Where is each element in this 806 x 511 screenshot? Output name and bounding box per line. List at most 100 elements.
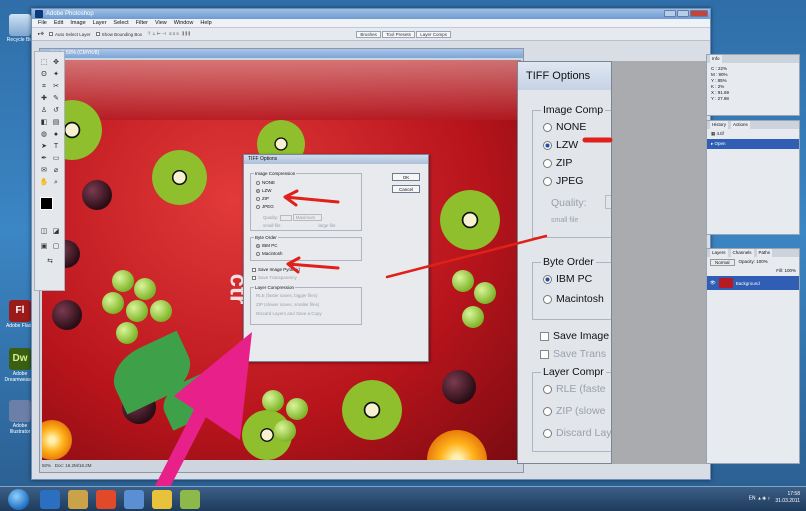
menu-view[interactable]: View <box>155 19 167 27</box>
clock[interactable]: 17:58 31.03.2011 <box>775 491 800 505</box>
menu-image[interactable]: Image <box>70 19 85 27</box>
quality-input[interactable] <box>605 195 611 209</box>
layer-rle-radio[interactable]: RLE (faster saves, bigger files) <box>256 293 318 298</box>
zoom-tool-icon[interactable]: ⌕ <box>51 178 61 188</box>
crop-tool-icon[interactable]: ⌗ <box>39 82 49 92</box>
history-item-open[interactable]: ▸ Open <box>707 139 799 149</box>
quality-select[interactable]: Maximum <box>292 214 323 221</box>
explorer-taskbar-icon[interactable] <box>68 490 88 509</box>
eraser-tool-icon[interactable]: ◧ <box>39 118 49 128</box>
save-image-pyramid-checkbox[interactable]: Save Image <box>540 330 609 342</box>
cancel-button[interactable]: Cancel <box>392 185 420 193</box>
layer-zip-radio[interactable]: ZIP (slowe <box>543 405 605 417</box>
maximize-button[interactable] <box>677 10 689 17</box>
eye-icon[interactable]: 👁 <box>710 280 716 286</box>
tab-history[interactable]: History <box>710 121 729 129</box>
pen-tool-icon[interactable]: ✒ <box>39 154 49 164</box>
tab-tool-presets[interactable]: Tool Presets <box>382 30 415 38</box>
ie-taskbar-icon[interactable] <box>40 490 60 509</box>
layer-discard-radio[interactable]: Discard Layers and Save a Copy <box>256 311 322 316</box>
marquee-tool-icon[interactable]: ⬚ <box>39 58 49 68</box>
quality-input[interactable] <box>279 214 292 221</box>
jump-to-imageready-icon[interactable]: ⇆ <box>45 257 55 267</box>
menu-filter[interactable]: Filter <box>136 19 148 27</box>
tab-brushes[interactable]: Brushes <box>356 30 381 38</box>
tab-paths[interactable]: Paths <box>756 249 773 257</box>
hand-tool-icon[interactable]: ✋ <box>39 178 49 188</box>
compression-lzw-radio[interactable]: LZW <box>256 188 272 193</box>
layer-row-background[interactable]: 👁 Background <box>707 276 799 290</box>
photoshop-titlebar[interactable]: Adobe Photoshop <box>32 9 710 19</box>
fill-value[interactable]: Fill: 100% <box>707 268 799 273</box>
dialog-title[interactable]: TIFF Options <box>244 155 428 164</box>
history-brush-icon[interactable]: ↺ <box>51 106 61 116</box>
eyedropper-icon[interactable]: ⌀ <box>51 166 61 176</box>
move-tool-icon[interactable]: ✥ <box>51 58 61 68</box>
save-transparency-checkbox[interactable]: Save Transparency <box>252 275 297 280</box>
tab-channels[interactable]: Channels <box>730 249 754 257</box>
start-button[interactable] <box>8 489 29 510</box>
close-button[interactable] <box>690 10 708 17</box>
type-tool-icon[interactable]: T <box>51 142 61 152</box>
minimize-button[interactable] <box>664 10 676 17</box>
compression-jpeg-radio[interactable]: JPEG <box>256 204 274 209</box>
compression-jpeg-radio[interactable]: JPEG <box>543 175 583 187</box>
compression-lzw-radio[interactable]: LZW <box>543 139 578 151</box>
compression-none-radio[interactable]: NONE <box>543 121 586 133</box>
layer-rle-radio[interactable]: RLE (faste <box>543 383 606 395</box>
quick-mask-mode-icon[interactable]: ◪ <box>51 227 61 237</box>
stamp-tool-icon[interactable]: ♙ <box>39 106 49 116</box>
screen-mode-icon[interactable]: ▣ <box>39 242 49 252</box>
menu-layer[interactable]: Layer <box>93 19 107 27</box>
menu-help[interactable]: Help <box>200 19 211 27</box>
compression-zip-radio[interactable]: ZIP <box>256 196 269 201</box>
healing-brush-icon[interactable]: ✚ <box>39 94 49 104</box>
save-pyramid-checkbox[interactable]: Save Image Pyramid <box>252 267 300 272</box>
notes-tool-icon[interactable]: ✉ <box>39 166 49 176</box>
blend-mode-select[interactable]: Normal <box>710 259 735 266</box>
byte-order-mac-radio[interactable]: Macintosh <box>543 293 604 305</box>
lasso-tool-icon[interactable]: ʘ <box>39 70 49 80</box>
path-select-icon[interactable]: ➤ <box>39 142 49 152</box>
bounding-box-checkbox[interactable]: Show Bounding Box <box>95 32 142 37</box>
move-tool-icon[interactable]: ▸✥ <box>38 31 44 37</box>
chrome-taskbar-icon[interactable] <box>152 490 172 509</box>
dodge-tool-icon[interactable]: ● <box>51 130 61 140</box>
app-taskbar-icon[interactable] <box>180 490 200 509</box>
tab-info[interactable]: Info <box>710 55 722 63</box>
byte-order-ibm-radio[interactable]: IBM PC <box>256 243 278 248</box>
compression-none-radio[interactable]: NONE <box>256 180 275 185</box>
screen-mode-full-icon[interactable]: ▢ <box>51 242 61 252</box>
ok-button[interactable]: OK <box>392 173 420 181</box>
compression-zip-radio[interactable]: ZIP <box>543 157 572 169</box>
menu-window[interactable]: Window <box>174 19 194 27</box>
auto-select-checkbox[interactable]: Auto Select Layer <box>49 32 91 37</box>
slice-tool-icon[interactable]: ✂ <box>51 82 61 92</box>
brush-tool-icon[interactable]: ✎ <box>51 94 61 104</box>
magic-wand-icon[interactable]: ✦ <box>51 70 61 80</box>
history-snapshot[interactable]: ▦ 4.tif <box>707 129 799 139</box>
gradient-tool-icon[interactable]: ▤ <box>51 118 61 128</box>
layer-discard-radio[interactable]: Discard Lay <box>543 427 611 439</box>
byte-order-mac-radio[interactable]: Macintosh <box>256 251 283 256</box>
opacity-value[interactable]: Opacity: 100% <box>739 259 768 266</box>
photoshop-taskbar-icon[interactable] <box>124 490 144 509</box>
menu-edit[interactable]: Edit <box>54 19 63 27</box>
byte-order-ibm-radio[interactable]: IBM PC <box>543 273 592 285</box>
quick-mask-icon[interactable]: ◫ <box>39 227 49 237</box>
save-transparency-checkbox[interactable]: Save Trans <box>540 348 606 360</box>
layer-zip-radio[interactable]: ZIP (slower saves, smaller files) <box>256 302 319 307</box>
tab-layer-comps[interactable]: Layer Comps <box>416 30 451 38</box>
shape-tool-icon[interactable]: ▭ <box>51 154 61 164</box>
align-icons[interactable]: ⊤⊥⊢⊣ ≡≡≡ ⫼⫼⫼ <box>147 31 191 37</box>
zoom-level[interactable]: 50% <box>42 463 51 468</box>
tab-layers[interactable]: Layers <box>710 249 728 257</box>
document-title[interactable]: 4.tif @ 50% (CMYK/8) <box>40 49 523 58</box>
blur-tool-icon[interactable]: ◍ <box>39 130 49 140</box>
foreground-color-swatch[interactable] <box>40 197 53 210</box>
language-indicator[interactable]: EN <box>749 495 756 501</box>
media-player-taskbar-icon[interactable] <box>96 490 116 509</box>
menu-file[interactable]: File <box>38 19 47 27</box>
tab-actions[interactable]: Actions <box>731 121 750 129</box>
menu-select[interactable]: Select <box>113 19 128 27</box>
